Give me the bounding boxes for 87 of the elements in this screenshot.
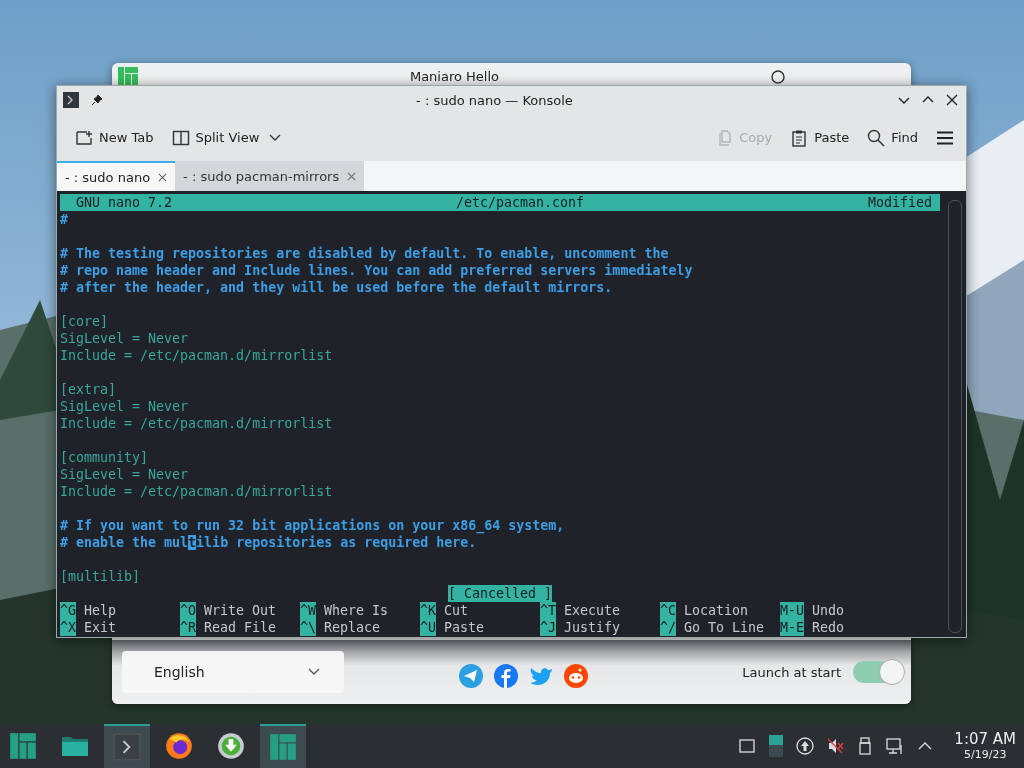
upload-icon[interactable] xyxy=(796,737,815,755)
shortcut-key: ^J xyxy=(540,619,556,636)
shortcut-key: ^R xyxy=(180,619,196,636)
terminal-tab[interactable]: - : sudo pacman-mirrors xyxy=(175,161,365,191)
shortcut-key: ^C xyxy=(660,602,676,619)
search-icon xyxy=(867,128,886,147)
network-icon[interactable] xyxy=(886,737,905,755)
scrollbar[interactable] xyxy=(948,200,962,633)
comment-line: # The testing repositories are disabled by default. To enable, uncomment the xyxy=(60,246,669,261)
shortcut-key: ^G xyxy=(60,602,76,619)
caret-icon xyxy=(269,133,282,142)
config-line: Include = /etc/pacman.d/mirrorlist xyxy=(60,348,333,363)
launch-toggle[interactable] xyxy=(853,661,903,683)
shortcut-label: Justify xyxy=(564,619,621,636)
comment-line: # repo name header and Include lines. You can add preferred servers immediately xyxy=(60,263,693,278)
comment-line: # after the header, and they will be used before the default mirrors. xyxy=(60,280,613,295)
split-view-button[interactable]: Split View xyxy=(167,124,286,151)
shortcut-label: Go To Line xyxy=(684,619,765,636)
shortcut-label: Execute xyxy=(564,602,621,619)
shortcut-label: Write Out xyxy=(204,602,277,619)
clipboard-icon xyxy=(790,128,809,147)
shortcut-label: Where Is xyxy=(324,602,389,619)
shortcut-label: Cut xyxy=(444,602,469,619)
shortcut-label: Help xyxy=(84,602,117,619)
mute-icon[interactable] xyxy=(826,737,845,755)
config-line: SigLevel = Never xyxy=(60,331,189,346)
config-line: [community] xyxy=(60,450,149,465)
caret-icon xyxy=(308,668,320,676)
config-line: [extra] xyxy=(60,382,117,397)
find-button[interactable]: Find xyxy=(863,124,922,151)
help-icon[interactable] xyxy=(771,70,785,84)
logo-icon xyxy=(269,733,297,761)
paste-button[interactable]: Paste xyxy=(786,124,854,151)
shortcut-key: ^X xyxy=(60,619,76,636)
shortcut-label: Read File xyxy=(204,619,277,636)
split-view-icon xyxy=(171,128,190,147)
config-line: SigLevel = Never xyxy=(60,399,189,414)
config-line: Include = /etc/pacman.d/mirrorlist xyxy=(60,484,333,499)
shortcut-label: Redo xyxy=(812,619,845,636)
comment-line: # If you want to run 32 bit applications on your x86_64 system, xyxy=(60,518,565,533)
window-title: Maniaro Hello xyxy=(408,68,501,84)
modified-status: Modified xyxy=(867,194,932,211)
shortcut-label: Paste xyxy=(444,619,485,636)
shortcut-label: Undo xyxy=(812,602,845,619)
shortcut-label: Exit xyxy=(84,619,117,636)
terminal-icon xyxy=(113,733,141,761)
language-dropdown[interactable]: English xyxy=(122,651,344,693)
battery-icon[interactable] xyxy=(768,733,785,759)
clock-date[interactable]: 5/19/23 xyxy=(963,748,1007,761)
config-line: [core] xyxy=(60,314,109,329)
config-line: [multilib] xyxy=(60,569,141,584)
shortcut-key: ^T xyxy=(540,602,556,619)
window-icon[interactable] xyxy=(738,737,757,755)
new-tab-icon xyxy=(75,128,93,147)
shortcut-key: M-U xyxy=(780,602,805,619)
status-message: [ Cancelled ] xyxy=(447,585,553,602)
window-title: - : sudo nano — Konsole xyxy=(415,92,574,108)
shortcut-key: ^K xyxy=(420,602,436,619)
terminal-task-button[interactable] xyxy=(104,724,150,768)
config-line: SigLevel = Never xyxy=(60,467,189,482)
shortcut-key: ^/ xyxy=(660,619,676,636)
shortcut-key: ^U xyxy=(420,619,436,636)
menu-icon[interactable] xyxy=(936,130,954,145)
facebook-icon[interactable] xyxy=(492,663,519,689)
close-icon[interactable] xyxy=(946,94,958,106)
alien-icon[interactable] xyxy=(562,663,589,689)
launch-at-start-label: Launch at start xyxy=(742,664,841,680)
shortcut-key: ^O xyxy=(180,602,196,619)
browser-icon xyxy=(165,732,193,760)
shortcut-key: M-E xyxy=(780,619,805,636)
logo-icon xyxy=(9,732,37,760)
hello-task-button[interactable] xyxy=(260,724,306,768)
download-icon xyxy=(217,732,245,760)
file-path: /etc/pacman.conf xyxy=(455,194,585,211)
clock-time[interactable]: 1:07 AM xyxy=(954,731,1016,748)
terminal-icon xyxy=(63,92,79,108)
config-line: Include = /etc/pacman.d/mirrorlist xyxy=(60,416,333,431)
manjaro-logo-icon xyxy=(118,67,138,87)
comment-line: # xyxy=(60,212,68,227)
pin-icon[interactable] xyxy=(91,94,103,106)
shortcut-label: Location xyxy=(684,602,749,619)
paper-plane-icon[interactable] xyxy=(457,663,484,689)
new-tab-button[interactable]: New Tab xyxy=(71,124,158,151)
shortcut-label: Replace xyxy=(324,619,381,636)
shortcut-key: ^\ xyxy=(300,619,316,636)
nano-version: GNU nano 7.2 xyxy=(76,194,173,211)
shortcut-key: ^W xyxy=(300,602,316,619)
